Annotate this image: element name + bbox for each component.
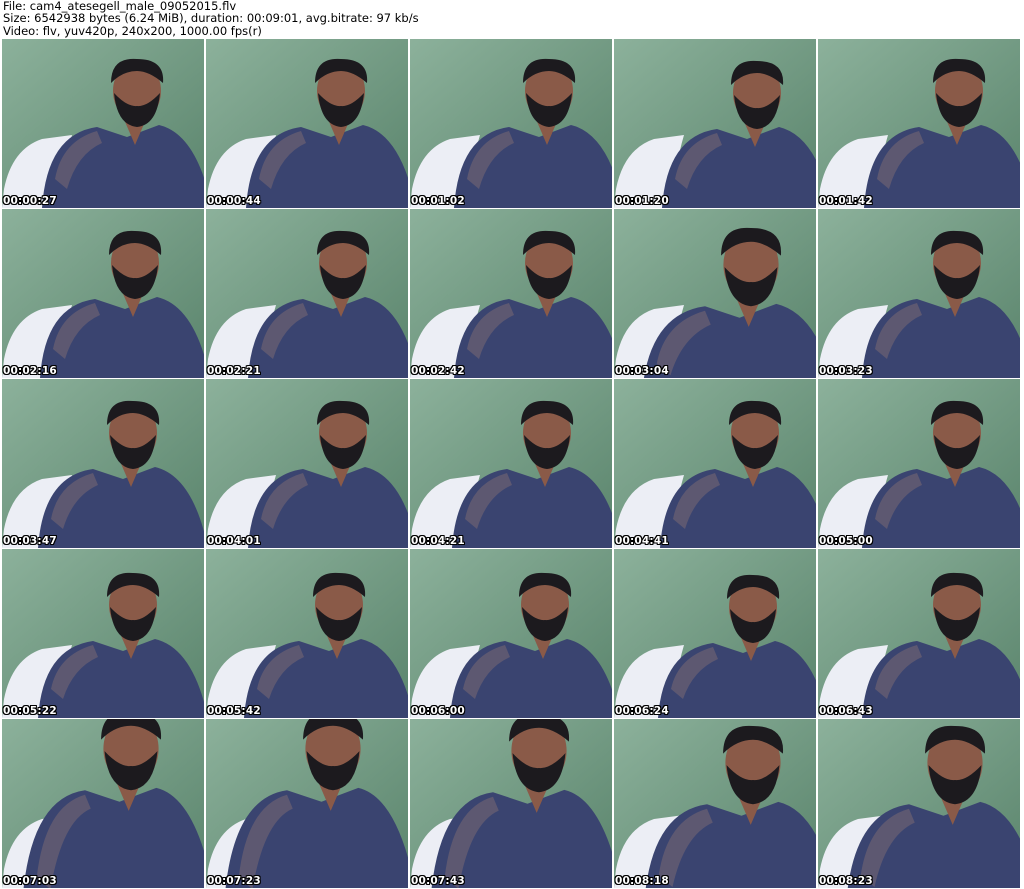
frame-timestamp: 00:01:42 bbox=[819, 195, 873, 207]
video-frame-thumbnail: 00:01:42 bbox=[818, 39, 1020, 208]
frame-timestamp: 00:07:03 bbox=[3, 875, 57, 887]
video-frame-thumbnail: 00:08:23 bbox=[818, 719, 1020, 888]
video-frame-thumbnail: 00:00:44 bbox=[206, 39, 408, 208]
frame-timestamp: 00:06:43 bbox=[819, 705, 873, 717]
video-frame-thumbnail: 00:02:16 bbox=[2, 209, 204, 378]
frame-timestamp: 00:04:21 bbox=[411, 535, 465, 547]
frame-timestamp: 00:07:23 bbox=[207, 875, 261, 887]
file-size-line: Size: 6542938 bytes (6.24 MiB), duration… bbox=[3, 11, 419, 26]
video-frame-thumbnail: 00:03:47 bbox=[2, 379, 204, 548]
frame-timestamp: 00:05:22 bbox=[3, 705, 57, 717]
frame-timestamp: 00:03:04 bbox=[615, 365, 669, 377]
video-frame-thumbnail: 00:02:21 bbox=[206, 209, 408, 378]
frame-timestamp: 00:02:21 bbox=[207, 365, 261, 377]
video-frame-thumbnail: 00:03:04 bbox=[614, 209, 816, 378]
frame-image bbox=[2, 209, 204, 378]
video-frame-thumbnail: 00:03:23 bbox=[818, 209, 1020, 378]
frame-timestamp: 00:00:44 bbox=[207, 195, 261, 207]
video-frame-thumbnail: 00:08:18 bbox=[614, 719, 816, 888]
video-frame-thumbnail: 00:04:01 bbox=[206, 379, 408, 548]
frame-image bbox=[818, 549, 1020, 718]
thumbnail-grid: 00:00:27 00:00:44 00:01:02 00:01:20 00:01:42… bbox=[2, 39, 1022, 889]
frame-image bbox=[206, 379, 408, 548]
frame-timestamp: 00:05:00 bbox=[819, 535, 873, 547]
frame-image bbox=[2, 39, 204, 208]
frame-image bbox=[206, 209, 408, 378]
frame-image bbox=[614, 549, 816, 718]
frame-timestamp: 00:04:01 bbox=[207, 535, 261, 547]
frame-image bbox=[410, 719, 612, 888]
frame-timestamp: 00:04:41 bbox=[615, 535, 669, 547]
frame-timestamp: 00:03:23 bbox=[819, 365, 873, 377]
video-frame-thumbnail: 00:02:42 bbox=[410, 209, 612, 378]
frame-timestamp: 00:05:42 bbox=[207, 705, 261, 717]
frame-timestamp: 00:08:18 bbox=[615, 875, 669, 887]
video-frame-thumbnail: 00:04:41 bbox=[614, 379, 816, 548]
video-frame-thumbnail: 00:01:20 bbox=[614, 39, 816, 208]
frame-image bbox=[818, 719, 1020, 888]
frame-image bbox=[2, 379, 204, 548]
video-frame-thumbnail: 00:04:21 bbox=[410, 379, 612, 548]
frame-image bbox=[410, 39, 612, 208]
frame-image bbox=[614, 39, 816, 208]
frame-timestamp: 00:01:20 bbox=[615, 195, 669, 207]
video-frame-thumbnail: 00:00:27 bbox=[2, 39, 204, 208]
frame-timestamp: 00:01:02 bbox=[411, 195, 465, 207]
frame-image bbox=[818, 39, 1020, 208]
video-info-line: Video: flv, yuv420p, 240x200, 1000.00 fp… bbox=[3, 23, 262, 38]
frame-timestamp: 00:06:24 bbox=[615, 705, 669, 717]
video-frame-thumbnail: 00:07:23 bbox=[206, 719, 408, 888]
frame-image bbox=[2, 719, 204, 888]
frame-timestamp: 00:06:00 bbox=[411, 705, 465, 717]
video-frame-thumbnail: 00:06:00 bbox=[410, 549, 612, 718]
frame-image bbox=[2, 549, 204, 718]
frame-timestamp: 00:02:42 bbox=[411, 365, 465, 377]
frame-timestamp: 00:07:43 bbox=[411, 875, 465, 887]
frame-timestamp: 00:08:23 bbox=[819, 875, 873, 887]
frame-image bbox=[410, 549, 612, 718]
video-frame-thumbnail: 00:07:03 bbox=[2, 719, 204, 888]
video-frame-thumbnail: 00:05:42 bbox=[206, 549, 408, 718]
frame-image bbox=[410, 209, 612, 378]
frame-timestamp: 00:00:27 bbox=[3, 195, 57, 207]
frame-timestamp: 00:03:47 bbox=[3, 535, 57, 547]
frame-timestamp: 00:02:16 bbox=[3, 365, 57, 377]
video-frame-thumbnail: 00:01:02 bbox=[410, 39, 612, 208]
video-frame-thumbnail: 00:07:43 bbox=[410, 719, 612, 888]
frame-image bbox=[206, 39, 408, 208]
video-frame-thumbnail: 00:05:22 bbox=[2, 549, 204, 718]
frame-image bbox=[614, 209, 816, 378]
video-frame-thumbnail: 00:06:43 bbox=[818, 549, 1020, 718]
frame-image bbox=[614, 719, 816, 888]
video-frame-thumbnail: 00:06:24 bbox=[614, 549, 816, 718]
video-frame-thumbnail: 00:05:00 bbox=[818, 379, 1020, 548]
frame-image bbox=[206, 719, 408, 888]
frame-image bbox=[206, 549, 408, 718]
frame-image bbox=[614, 379, 816, 548]
file-info-header: File: cam4_atesegell_male_09052015.flv S… bbox=[3, 0, 1021, 38]
frame-image bbox=[818, 209, 1020, 378]
frame-image bbox=[818, 379, 1020, 548]
frame-image bbox=[410, 379, 612, 548]
